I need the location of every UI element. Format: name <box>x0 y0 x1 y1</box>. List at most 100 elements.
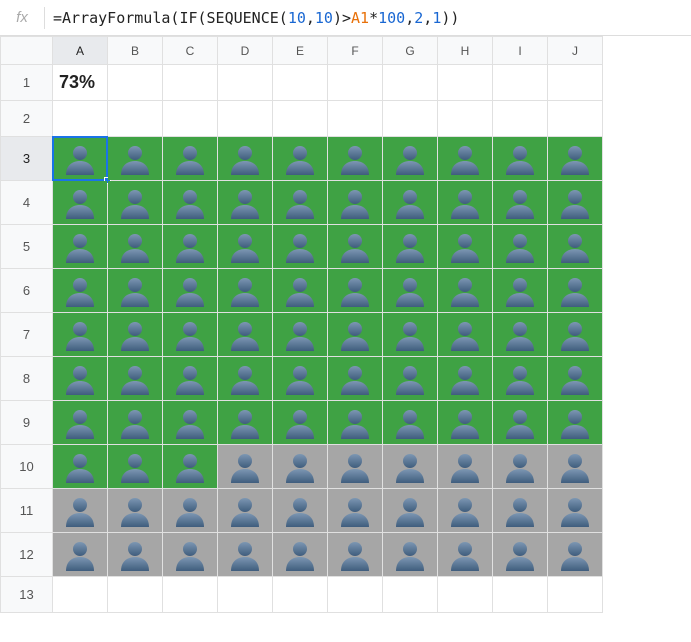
cell-H11[interactable] <box>438 489 493 533</box>
cell-H8[interactable] <box>438 357 493 401</box>
cell-A8[interactable] <box>53 357 108 401</box>
column-header-J[interactable]: J <box>548 37 603 65</box>
cell-J1[interactable] <box>548 65 603 101</box>
cell-H5[interactable] <box>438 225 493 269</box>
cell-E1[interactable] <box>273 65 328 101</box>
cell-G4[interactable] <box>383 181 438 225</box>
row-header-3[interactable]: 3 <box>1 137 53 181</box>
cell-C5[interactable] <box>163 225 218 269</box>
cell-J13[interactable] <box>548 577 603 613</box>
cell-B11[interactable] <box>108 489 163 533</box>
cell-J7[interactable] <box>548 313 603 357</box>
cell-I1[interactable] <box>493 65 548 101</box>
cell-G13[interactable] <box>383 577 438 613</box>
cell-A12[interactable] <box>53 533 108 577</box>
cell-D10[interactable] <box>218 445 273 489</box>
cell-I12[interactable] <box>493 533 548 577</box>
cell-A5[interactable] <box>53 225 108 269</box>
column-header-C[interactable]: C <box>163 37 218 65</box>
cell-E5[interactable] <box>273 225 328 269</box>
cell-C4[interactable] <box>163 181 218 225</box>
cell-E7[interactable] <box>273 313 328 357</box>
cell-J4[interactable] <box>548 181 603 225</box>
cell-H1[interactable] <box>438 65 493 101</box>
cell-I3[interactable] <box>493 137 548 181</box>
cell-I13[interactable] <box>493 577 548 613</box>
cell-B3[interactable] <box>108 137 163 181</box>
cell-C13[interactable] <box>163 577 218 613</box>
cell-B9[interactable] <box>108 401 163 445</box>
cell-G5[interactable] <box>383 225 438 269</box>
cell-J10[interactable] <box>548 445 603 489</box>
cell-J6[interactable] <box>548 269 603 313</box>
column-header-F[interactable]: F <box>328 37 383 65</box>
cell-D5[interactable] <box>218 225 273 269</box>
cell-B12[interactable] <box>108 533 163 577</box>
cell-G11[interactable] <box>383 489 438 533</box>
row-header-13[interactable]: 13 <box>1 577 53 613</box>
cell-I5[interactable] <box>493 225 548 269</box>
column-header-I[interactable]: I <box>493 37 548 65</box>
cell-B1[interactable] <box>108 65 163 101</box>
row-header-6[interactable]: 6 <box>1 269 53 313</box>
cell-E13[interactable] <box>273 577 328 613</box>
row-header-4[interactable]: 4 <box>1 181 53 225</box>
cell-A13[interactable] <box>53 577 108 613</box>
cell-C6[interactable] <box>163 269 218 313</box>
row-header-11[interactable]: 11 <box>1 489 53 533</box>
cell-G1[interactable] <box>383 65 438 101</box>
column-header-D[interactable]: D <box>218 37 273 65</box>
cell-I11[interactable] <box>493 489 548 533</box>
cell-H6[interactable] <box>438 269 493 313</box>
cell-B7[interactable] <box>108 313 163 357</box>
cell-E6[interactable] <box>273 269 328 313</box>
column-header-A[interactable]: A <box>53 37 108 65</box>
cell-A6[interactable] <box>53 269 108 313</box>
column-header-B[interactable]: B <box>108 37 163 65</box>
cell-G3[interactable] <box>383 137 438 181</box>
cell-F6[interactable] <box>328 269 383 313</box>
cell-F11[interactable] <box>328 489 383 533</box>
cell-E8[interactable] <box>273 357 328 401</box>
cell-F3[interactable] <box>328 137 383 181</box>
cell-A1[interactable]: 73% <box>53 65 108 101</box>
cell-H7[interactable] <box>438 313 493 357</box>
cell-G12[interactable] <box>383 533 438 577</box>
cell-A7[interactable] <box>53 313 108 357</box>
cell-G9[interactable] <box>383 401 438 445</box>
cell-C11[interactable] <box>163 489 218 533</box>
cell-E10[interactable] <box>273 445 328 489</box>
column-header-G[interactable]: G <box>383 37 438 65</box>
cell-F4[interactable] <box>328 181 383 225</box>
cell-F9[interactable] <box>328 401 383 445</box>
cell-C9[interactable] <box>163 401 218 445</box>
cell-B8[interactable] <box>108 357 163 401</box>
cell-J3[interactable] <box>548 137 603 181</box>
row-header-10[interactable]: 10 <box>1 445 53 489</box>
cell-H10[interactable] <box>438 445 493 489</box>
cell-D9[interactable] <box>218 401 273 445</box>
formula-input[interactable]: =ArrayFormula(IF(SEQUENCE(10,10)>A1*100,… <box>53 9 459 27</box>
cell-J12[interactable] <box>548 533 603 577</box>
cell-D11[interactable] <box>218 489 273 533</box>
cell-D7[interactable] <box>218 313 273 357</box>
cell-G10[interactable] <box>383 445 438 489</box>
column-header-H[interactable]: H <box>438 37 493 65</box>
cell-H4[interactable] <box>438 181 493 225</box>
cell-C12[interactable] <box>163 533 218 577</box>
cell-C7[interactable] <box>163 313 218 357</box>
cell-E12[interactable] <box>273 533 328 577</box>
cell-A3[interactable] <box>53 137 108 181</box>
cell-F13[interactable] <box>328 577 383 613</box>
cell-B6[interactable] <box>108 269 163 313</box>
cell-B5[interactable] <box>108 225 163 269</box>
row-header-7[interactable]: 7 <box>1 313 53 357</box>
cell-H3[interactable] <box>438 137 493 181</box>
cell-F10[interactable] <box>328 445 383 489</box>
cell-E9[interactable] <box>273 401 328 445</box>
cell-H13[interactable] <box>438 577 493 613</box>
cell-I6[interactable] <box>493 269 548 313</box>
select-all-corner[interactable] <box>1 37 53 65</box>
cell-J11[interactable] <box>548 489 603 533</box>
cell-D6[interactable] <box>218 269 273 313</box>
